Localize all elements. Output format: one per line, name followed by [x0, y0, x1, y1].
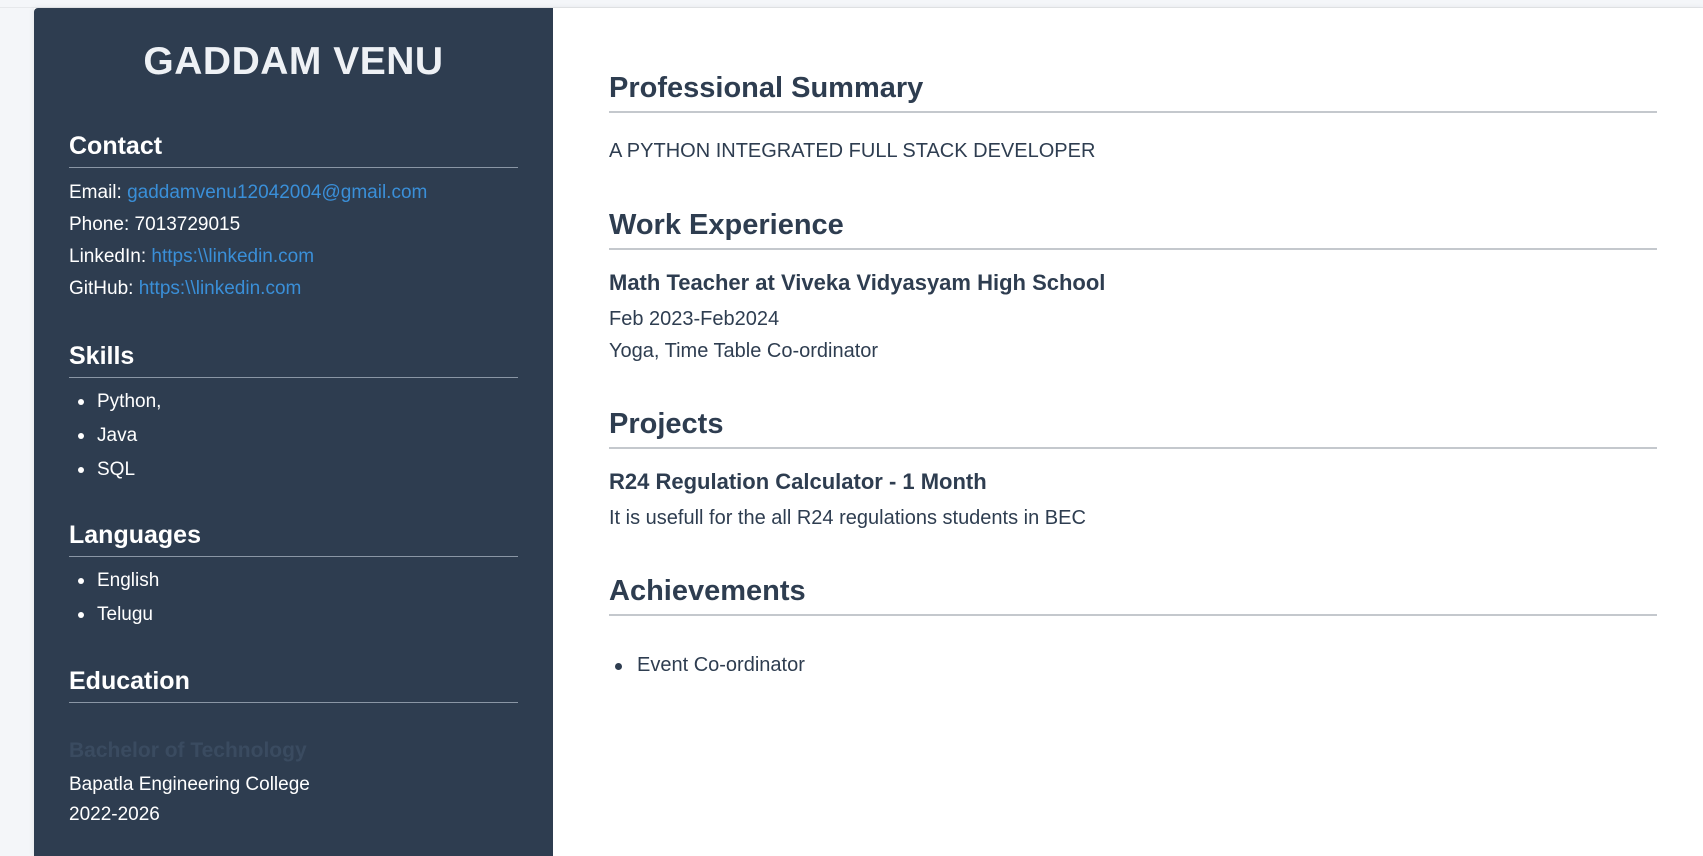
summary-heading: Professional Summary [609, 72, 1657, 113]
skill-item: Java [69, 425, 161, 459]
languages-heading: Languages [69, 521, 518, 557]
experience-dates: Feb 2023-Feb2024 [609, 308, 780, 330]
education-years: 2022-2026 [69, 804, 160, 825]
resume-page: GADDAM VENU Contact Email: gaddamvenu120… [34, 8, 1703, 856]
contact-email: Email: gaddamvenu12042004@gmail.com [69, 182, 427, 204]
candidate-name: GADDAM VENU [143, 40, 444, 83]
skills-heading: Skills [69, 342, 518, 378]
skill-item: Python, [69, 391, 161, 425]
education-college: Bapatla Engineering College [69, 774, 310, 795]
education-degree: Bachelor of Technology [69, 739, 307, 762]
skill-item: SQL [69, 459, 161, 493]
linkedin-link[interactable]: https:\\linkedin.com [151, 246, 314, 267]
email-link[interactable]: gaddamvenu12042004@gmail.com [127, 182, 427, 203]
language-item: English [69, 570, 159, 604]
contact-linkedin: LinkedIn: https:\\linkedin.com [69, 246, 314, 268]
summary-text: A PYTHON INTEGRATED FULL STACK DEVELOPER [609, 140, 1096, 162]
experience-details: Yoga, Time Table Co-ordinator [609, 340, 879, 362]
languages-list: English Telugu [69, 570, 159, 638]
contact-heading: Contact [69, 132, 518, 168]
project-name: R24 Regulation Calculator - 1 Month [609, 469, 987, 494]
experience-role: Math Teacher at Viveka Vidyasyam High Sc… [609, 270, 1106, 295]
email-label: Email: [69, 182, 122, 203]
linkedin-label: LinkedIn: [69, 246, 147, 267]
phone-value: 7013729015 [134, 214, 241, 235]
language-item: Telugu [69, 604, 159, 638]
contact-github: GitHub: https:\\linkedin.com [69, 278, 301, 300]
education-heading: Education [69, 667, 518, 703]
github-label: GitHub: [69, 278, 134, 299]
github-link[interactable]: https:\\linkedin.com [139, 278, 302, 299]
achievement-item: Event Co-ordinator [609, 654, 805, 677]
phone-label: Phone: [69, 214, 130, 235]
experience-heading: Work Experience [609, 209, 1657, 250]
sidebar: GADDAM VENU Contact Email: gaddamvenu120… [34, 8, 553, 856]
project-description: It is usefull for the all R24 regulation… [609, 507, 1086, 529]
contact-phone: Phone: 7013729015 [69, 214, 240, 236]
achievements-list: Event Co-ordinator [609, 654, 805, 677]
skills-list: Python, Java SQL [69, 391, 161, 493]
projects-heading: Projects [609, 408, 1657, 449]
achievements-heading: Achievements [609, 575, 1657, 616]
